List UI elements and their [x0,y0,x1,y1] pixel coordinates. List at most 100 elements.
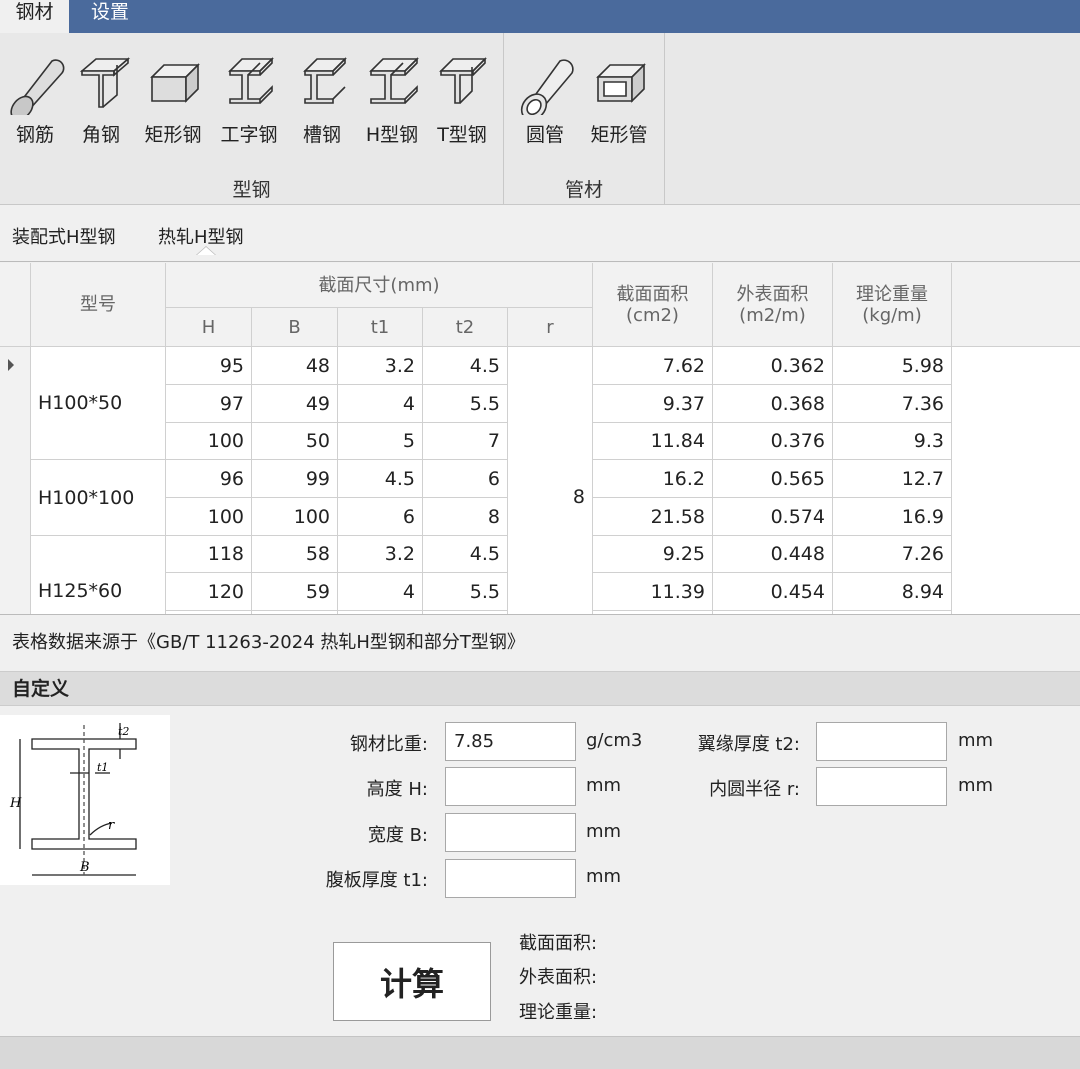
table-cell-weight[interactable]: 8.94 [833,573,952,611]
table-cell-t2[interactable]: 4.5 [423,536,508,573]
table-cell-t2[interactable]: 5.5 [423,385,508,423]
i-beam-button[interactable]: 工字钢 [214,45,284,149]
table-cell-area[interactable]: 16.2 [593,460,713,498]
table-cell-area[interactable]: 7.62 [593,347,713,385]
h-beam-button[interactable]: H型钢 [357,45,427,149]
table-cell-area[interactable]: 9.25 [593,536,713,573]
table-cell-b[interactable]: 49 [252,385,338,423]
table-cell-area[interactable]: 11.84 [593,423,713,460]
table-cell-h[interactable]: 118 [166,536,252,573]
inner-radius-unit: mm [958,775,994,796]
table-row-partial[interactable] [713,611,833,614]
table-cell-weight[interactable]: 7.26 [833,536,952,573]
table-cell-t1[interactable]: 4.5 [338,460,423,498]
table-cell-weight[interactable]: 9.3 [833,423,952,460]
channel-steel-button[interactable]: 槽钢 [287,45,357,149]
h-section-drawing: t2 t1 H r B [9,723,137,876]
table-cell-t1[interactable]: 3.2 [338,347,423,385]
table-cell-model[interactable]: H125*60 [31,536,166,614]
table-cell-t1[interactable]: 6 [338,498,423,536]
table-cell-area[interactable]: 11.39 [593,573,713,611]
table-row-partial[interactable] [423,611,508,614]
table-cell-b[interactable]: 59 [252,573,338,611]
table-cell-area[interactable]: 9.37 [593,385,713,423]
rect-tube-button[interactable]: 矩形管 [584,45,654,149]
menu-tab-steel[interactable]: 钢材 [0,0,69,33]
table-cell-r[interactable]: 8 [508,347,593,614]
table-cell-b[interactable]: 48 [252,347,338,385]
col-header-t2[interactable]: t2 [423,308,508,347]
web-thickness-input[interactable] [445,859,576,898]
table-cell-weight[interactable]: 16.9 [833,498,952,536]
rect-steel-icon [150,63,200,103]
table-cell-h[interactable]: 96 [166,460,252,498]
table-cell-h[interactable]: 120 [166,573,252,611]
table-cell-surface[interactable]: 0.574 [713,498,833,536]
menu-tab-settings[interactable]: 设置 [76,0,144,33]
density-input[interactable]: 7.85 [445,722,576,761]
flange-thickness-input[interactable] [816,722,947,761]
table-cell-surface[interactable]: 0.362 [713,347,833,385]
table-row-partial[interactable] [833,611,952,614]
inner-radius-input[interactable] [816,767,947,806]
table-cell-t1[interactable]: 5 [338,423,423,460]
table-cell-surface[interactable]: 0.454 [713,573,833,611]
table-cell-t2[interactable]: 7 [423,423,508,460]
table-cell-t2[interactable]: 6 [423,460,508,498]
t-beam-button[interactable]: T型钢 [427,45,497,149]
col-header-weight[interactable]: 理论重量 (kg/m) [833,263,952,347]
table-cell-t1[interactable]: 4 [338,573,423,611]
table-cell-h[interactable]: 100 [166,498,252,536]
table-cell-model[interactable]: H100*100 [31,460,166,536]
table-cell-surface[interactable]: 0.565 [713,460,833,498]
table-cell-b[interactable]: 58 [252,536,338,573]
channel-steel-icon [303,57,347,104]
table-cell-t1[interactable]: 4 [338,385,423,423]
row-selector-column[interactable] [0,347,31,614]
table-cell-t2[interactable]: 4.5 [423,347,508,385]
angle-steel-icon [79,57,131,108]
subtab-assembled-h[interactable]: 装配式H型钢 [12,223,116,249]
table-row-partial[interactable] [593,611,713,614]
height-input[interactable] [445,767,576,806]
table-cell-h[interactable]: 97 [166,385,252,423]
width-input[interactable] [445,813,576,852]
table-cell-surface[interactable]: 0.448 [713,536,833,573]
table-cell-weight[interactable]: 12.7 [833,460,952,498]
table-row-partial[interactable] [252,611,338,614]
table-row-partial[interactable] [166,611,252,614]
table-cell-h[interactable]: 100 [166,423,252,460]
table-cell-surface[interactable]: 0.368 [713,385,833,423]
height-label: 高度 H: [366,779,428,800]
table-row-partial[interactable] [338,611,423,614]
table-cell-area[interactable]: 21.58 [593,498,713,536]
table-cell-t1[interactable]: 3.2 [338,536,423,573]
table-cell-b[interactable]: 99 [252,460,338,498]
rect-steel-label: 矩形钢 [144,124,202,146]
t-beam-label: T型钢 [437,124,487,146]
rect-steel-button[interactable]: 矩形钢 [138,45,208,149]
table-cell-model[interactable]: H100*50 [31,347,166,460]
col-header-t1[interactable]: t1 [338,308,423,347]
angle-steel-button[interactable]: 角钢 [66,45,136,149]
table-cell-h[interactable]: 95 [166,347,252,385]
calculate-button[interactable]: 计算 [333,942,491,1021]
col-header-r[interactable]: r [508,308,593,347]
table-cell-weight[interactable]: 7.36 [833,385,952,423]
rect-tube-label: 矩形管 [590,124,648,146]
table-cell-t2[interactable]: 5.5 [423,573,508,611]
rebar-button[interactable]: 钢筋 [0,45,70,149]
col-header-model[interactable]: 型号 [31,263,166,347]
table-cell-b[interactable]: 100 [252,498,338,536]
table-cell-t2[interactable]: 8 [423,498,508,536]
flange-thickness-label: 翼缘厚度 t2: [697,734,800,755]
table-cell-b[interactable]: 50 [252,423,338,460]
table-cell-surface[interactable]: 0.376 [713,423,833,460]
col-header-area[interactable]: 截面面积 (cm2) [593,263,713,347]
col-header-h[interactable]: H [166,308,252,347]
col-header-b[interactable]: B [252,308,338,347]
round-tube-button[interactable]: 圆管 [510,45,580,149]
table-cell-weight[interactable]: 5.98 [833,347,952,385]
channel-steel-label: 槽钢 [302,124,341,146]
col-header-surface[interactable]: 外表面积 (m2/m) [713,263,833,347]
